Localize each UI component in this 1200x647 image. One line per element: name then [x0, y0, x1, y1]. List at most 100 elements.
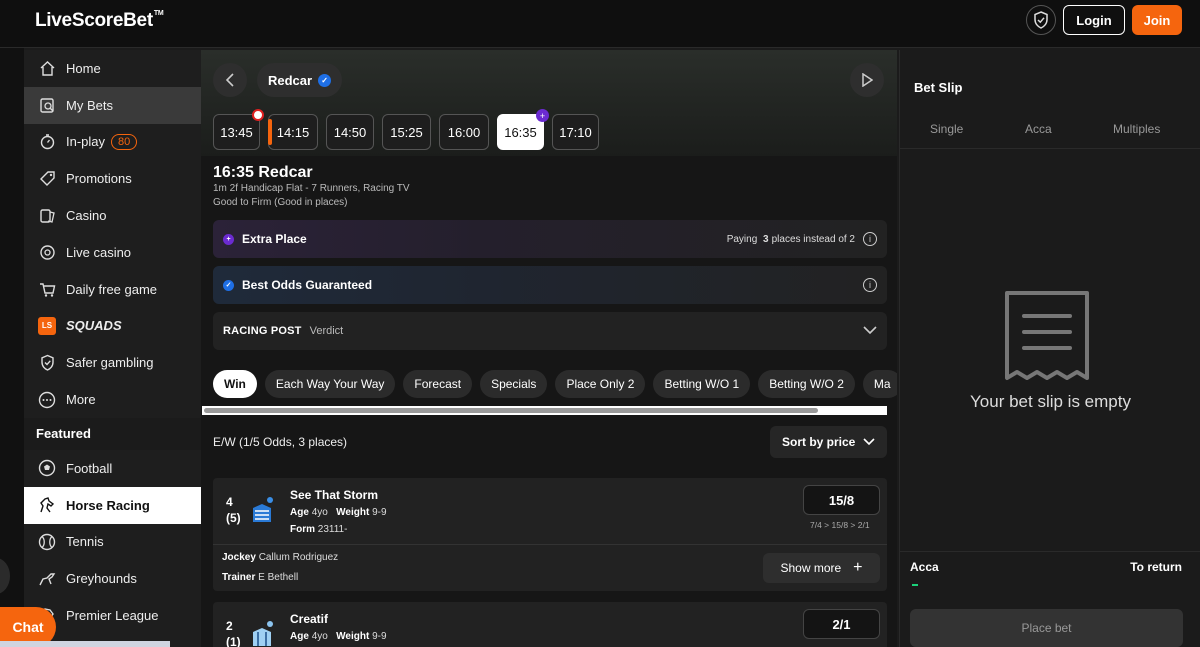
sidebar-item-label: More — [66, 392, 96, 408]
tab-win[interactable]: Win — [213, 370, 257, 398]
race-time-tab[interactable]: 15:25 — [382, 114, 431, 150]
live-indicator-icon — [252, 109, 264, 121]
race-time-tab[interactable]: 16:00 — [439, 114, 489, 150]
sidebar-item-greyhounds[interactable]: Greyhounds — [24, 560, 201, 597]
tab-forecast[interactable]: Forecast — [403, 370, 473, 398]
ls-icon: LS — [38, 316, 56, 335]
runner-name[interactable]: Creatif — [290, 612, 328, 626]
bog-label: Best Odds Guaranteed — [242, 278, 373, 292]
tab-betting-wo-2[interactable]: Betting W/O 2 — [758, 370, 855, 398]
sidebar-item-live-casino[interactable]: Live casino — [24, 234, 201, 271]
extra-place-icon: + — [223, 233, 234, 245]
sidebar-item-home[interactable]: Home — [24, 50, 201, 87]
runner-age-weight: Age 4yo Weight 9-9 — [290, 631, 387, 642]
to-return-label: To return — [1130, 560, 1182, 574]
featured-section-title: Featured — [24, 417, 201, 450]
sidebar-item-label: Home — [66, 60, 101, 76]
tab-place-only-2[interactable]: Place Only 2 — [555, 370, 646, 398]
chevron-left-icon — [225, 73, 234, 87]
runner-name[interactable]: See That Storm — [290, 488, 378, 502]
bet-slip-panel: Bet Slip Single Acca Multiples Your bet … — [899, 50, 1200, 647]
racing-post-logo: RACING POST — [223, 325, 302, 337]
chip-icon — [38, 243, 56, 261]
sidebar-item-label: My Bets — [66, 97, 113, 113]
acca-value-dash — [912, 584, 918, 586]
sidebar-item-label: Premier League — [66, 608, 159, 624]
sidebar-item-more[interactable]: More — [24, 381, 201, 418]
tab-specials[interactable]: Specials — [480, 370, 548, 398]
runner-number: 2 (1) — [226, 619, 241, 647]
odds-button[interactable]: 2/1 — [803, 609, 880, 639]
place-bet-button[interactable]: Place bet — [910, 609, 1183, 647]
race-time-tab-selected[interactable]: 16:35 + — [497, 109, 549, 150]
race-time-tab[interactable]: 13:45 — [213, 109, 264, 150]
runner-age-weight: Age 4yo Weight 9-9 — [290, 507, 387, 518]
sidebar-item-daily-free-game[interactable]: Daily free game — [24, 271, 201, 308]
betslip-tab-acca[interactable]: Acca — [1025, 122, 1052, 136]
sidebar-item-label: In-play — [66, 134, 106, 150]
join-button[interactable]: Join — [1132, 5, 1182, 35]
info-icon[interactable]: i — [863, 232, 877, 246]
livescorebet-logo[interactable]: LiveScoreBetTM — [35, 10, 164, 32]
more-icon — [38, 391, 56, 409]
odds-history: 7/4 > 15/8 > 2/1 — [810, 520, 870, 530]
left-edge-strip — [0, 48, 24, 647]
tab-each-way-your-way[interactable]: Each Way Your Way — [264, 370, 396, 398]
current-race-marker — [268, 119, 272, 145]
scrollbar-thumb[interactable] — [204, 408, 818, 413]
divider — [213, 544, 887, 545]
race-time-tab[interactable]: 14:15 — [268, 114, 318, 150]
betslip-tab-multiples[interactable]: Multiples — [1113, 122, 1160, 136]
edge-circle — [0, 558, 10, 594]
sidebar-item-label: Daily free game — [66, 281, 158, 297]
tabs-scrollbar[interactable] — [202, 406, 887, 415]
cart-icon — [38, 280, 56, 298]
sidebar-item-promotions[interactable]: Promotions — [24, 160, 201, 197]
sidebar-item-label: Horse Racing — [66, 497, 150, 513]
betslip-tab-single[interactable]: Single — [930, 122, 963, 136]
sidebar-item-label: Safer gambling — [66, 355, 154, 371]
empty-bet-slip-message: Your bet slip is empty — [970, 392, 1131, 411]
show-more-button[interactable]: Show more + — [763, 553, 880, 583]
stopwatch-icon — [38, 133, 56, 151]
each-way-terms: E/W (1/5 Odds, 3 places) — [213, 435, 348, 449]
top-header: LiveScoreBetTM Login Join — [0, 0, 1200, 48]
sidebar-item-football[interactable]: Football — [24, 450, 201, 487]
runner-number: 4 (5) — [226, 495, 241, 525]
venue-selector[interactable]: Redcar ✓ — [257, 63, 343, 97]
sidebar-item-horse-racing[interactable]: Horse Racing — [24, 486, 201, 524]
sidebar-item-squads[interactable]: LS SQUADS — [24, 308, 201, 345]
tennis-icon — [38, 533, 56, 551]
tab-more-markets[interactable]: Ma — [862, 370, 897, 398]
sidebar-item-safer-gambling[interactable]: Safer gambling — [24, 344, 201, 381]
extra-place-banner[interactable]: + Extra Place Paying 3 places instead of … — [213, 220, 887, 258]
sidebar-item-label: SQUADS — [66, 318, 122, 334]
horse-icon — [38, 496, 56, 514]
in-play-count-badge: 80 — [111, 133, 138, 150]
sort-by-price-dropdown[interactable]: Sort by price — [770, 426, 887, 458]
safer-gambling-shield-icon[interactable] — [1026, 5, 1056, 35]
odds-button[interactable]: 15/8 — [803, 485, 880, 515]
sidebar-item-casino[interactable]: Casino — [24, 197, 201, 234]
best-odds-guaranteed-banner[interactable]: ✓ Best Odds Guaranteed i — [213, 266, 887, 304]
login-button[interactable]: Login — [1063, 5, 1125, 35]
runner-card: 4 (5) See That Storm Age 4yo Weight 9-9 F… — [213, 478, 887, 591]
extra-place-terms: Paying 3 places instead of 2i — [727, 232, 877, 246]
runner-form: Form 23111- — [290, 524, 348, 535]
sidebar-item-tennis[interactable]: Tennis — [24, 524, 201, 561]
race-time-tab[interactable]: 14:50 — [326, 114, 374, 150]
sidebar-item-in-play[interactable]: In-play 80 — [24, 124, 201, 161]
prev-race-button[interactable] — [213, 63, 247, 97]
racing-post-verdict-expander[interactable]: RACING POST Verdict — [213, 312, 887, 350]
chevron-down-icon — [863, 324, 877, 338]
race-description: 1m 2f Handicap Flat - 7 Runners, Racing … — [213, 183, 410, 194]
tab-betting-wo-1[interactable]: Betting W/O 1 — [653, 370, 751, 398]
info-icon[interactable]: i — [863, 278, 877, 292]
sidebar-item-label: Live casino — [66, 244, 132, 260]
race-time-tab[interactable]: 17:10 — [552, 114, 599, 150]
bet-slip-title: Bet Slip — [914, 80, 963, 95]
sidebar-item-my-bets[interactable]: My Bets — [24, 86, 201, 124]
play-stream-button[interactable] — [850, 63, 884, 97]
divider — [900, 148, 1200, 149]
ls-icon-text: LS — [38, 316, 56, 335]
